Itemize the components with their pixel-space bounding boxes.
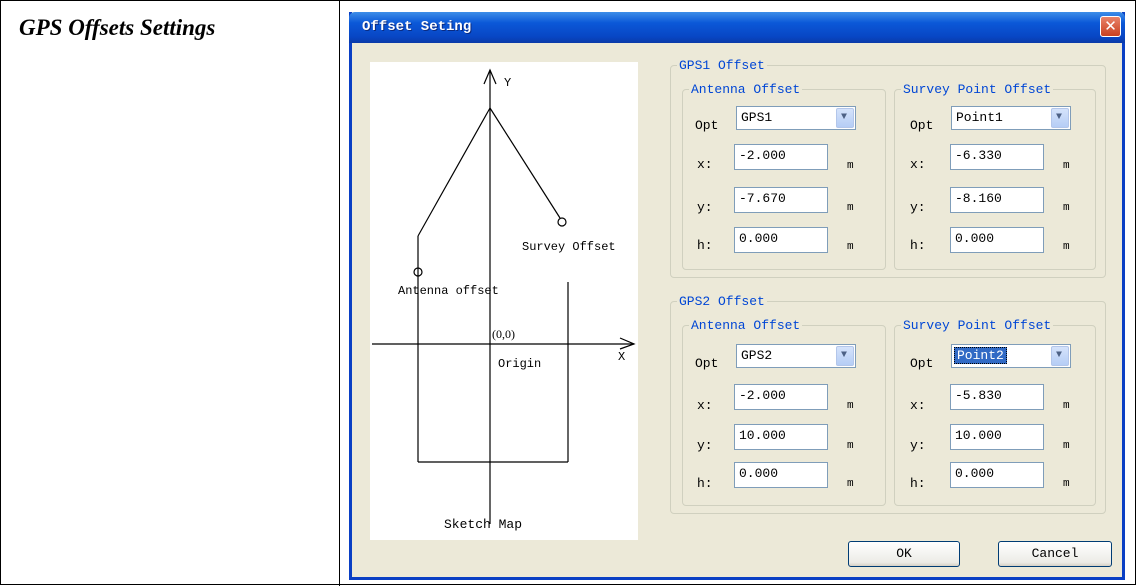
- gps2-antenna-select-value: GPS2: [741, 348, 773, 363]
- dialog-title: Offset Seting: [362, 19, 472, 35]
- sketch-diagram: [372, 68, 636, 524]
- unit-label: m: [847, 241, 854, 253]
- survey-marker: [557, 217, 567, 227]
- close-button[interactable]: ✕: [1100, 16, 1121, 37]
- unit-label: m: [1063, 160, 1070, 172]
- gps2-survey-y-label: y:: [910, 438, 926, 453]
- y-axis-label: Y: [504, 76, 512, 90]
- gps1-survey-legend: Survey Point Offset: [903, 82, 1052, 97]
- gps2-survey-opt-label: Opt: [910, 356, 934, 371]
- gps1-antenna-select-value: GPS1: [741, 110, 773, 125]
- chevron-down-icon[interactable]: ▼: [836, 108, 854, 128]
- gps1-survey-h-input[interactable]: 0.000: [950, 227, 1044, 253]
- gps2-survey-legend: Survey Point Offset: [903, 318, 1052, 333]
- gps1-survey-y-input[interactable]: -8.160: [950, 187, 1044, 213]
- unit-label: m: [847, 440, 854, 452]
- offset-setting-dialog: Offset Seting ✕ Y X (0,0) Origin Antenna…: [349, 12, 1125, 580]
- gps1-offset-legend: GPS1 Offset: [679, 58, 765, 73]
- gps1-antenna-select[interactable]: GPS1 ▼: [736, 106, 856, 130]
- section-label: GPS Offsets Settings: [19, 15, 216, 40]
- unit-label: m: [1063, 241, 1070, 253]
- unit-label: m: [1063, 202, 1070, 214]
- unit-label: m: [847, 202, 854, 214]
- unit-label: m: [1063, 440, 1070, 452]
- table-divider: [339, 1, 340, 586]
- unit-label: m: [1063, 400, 1070, 412]
- gps2-antenna-x-input[interactable]: -2.000: [734, 384, 828, 410]
- gps1-antenna-y-label: y:: [697, 200, 713, 215]
- gps1-survey-select[interactable]: Point1 ▼: [951, 106, 1071, 130]
- origin-coord-label: (0,0): [492, 327, 515, 341]
- x-axis-label: X: [618, 350, 626, 364]
- gps1-survey-h-label: h:: [910, 238, 926, 253]
- gps1-survey-x-input[interactable]: -6.330: [950, 144, 1044, 170]
- gps1-antenna-x-label: x:: [697, 157, 713, 172]
- title-bar[interactable]: Offset Seting ✕: [349, 12, 1125, 43]
- antenna-offset-label: Antenna offset: [398, 284, 499, 298]
- sketch-map: Y X (0,0) Origin Antenna offset Survey O…: [370, 62, 638, 540]
- gps2-survey-x-input[interactable]: -5.830: [950, 384, 1044, 410]
- gps1-antenna-y-input[interactable]: -7.670: [734, 187, 828, 213]
- chevron-down-icon[interactable]: ▼: [1051, 108, 1069, 128]
- gps1-survey-x-label: x:: [910, 157, 926, 172]
- gps2-survey-x-label: x:: [910, 398, 926, 413]
- unit-label: m: [1063, 478, 1070, 490]
- cancel-button[interactable]: Cancel: [998, 541, 1112, 567]
- gps2-survey-select[interactable]: Point2 ▼: [951, 344, 1071, 368]
- gps1-survey-opt-label: Opt: [910, 118, 934, 133]
- survey-offset-label: Survey Offset: [522, 240, 616, 254]
- gps1-antenna-x-input[interactable]: -2.000: [734, 144, 828, 170]
- gps2-antenna-y-label: y:: [697, 438, 713, 453]
- gps2-survey-y-input[interactable]: 10.000: [950, 424, 1044, 450]
- gps1-antenna-h-input[interactable]: 0.000: [734, 227, 828, 253]
- right-arm-line: [489, 107, 561, 219]
- gps1-antenna-legend: Antenna Offset: [691, 82, 801, 97]
- gps2-survey-h-input[interactable]: 0.000: [950, 462, 1044, 488]
- gps1-survey-y-label: y:: [910, 200, 926, 215]
- chevron-down-icon[interactable]: ▼: [1051, 346, 1069, 366]
- left-arm-line: [417, 107, 491, 237]
- gps2-antenna-h-input[interactable]: 0.000: [734, 462, 828, 488]
- chevron-down-icon[interactable]: ▼: [836, 346, 854, 366]
- gps2-antenna-x-label: x:: [697, 398, 713, 413]
- gps1-survey-select-value: Point1: [956, 110, 1003, 125]
- gps2-antenna-y-input[interactable]: 10.000: [734, 424, 828, 450]
- ok-button[interactable]: OK: [848, 541, 960, 567]
- gps2-survey-select-value: Point2: [954, 347, 1007, 364]
- origin-label: Origin: [498, 357, 542, 371]
- unit-label: m: [847, 478, 854, 490]
- gps1-antenna-h-label: h:: [697, 238, 713, 253]
- close-icon: ✕: [1104, 17, 1117, 35]
- unit-label: m: [847, 160, 854, 172]
- gps2-antenna-opt-label: Opt: [695, 356, 719, 371]
- gps2-antenna-h-label: h:: [697, 476, 713, 491]
- sketch-caption: Sketch Map: [444, 517, 523, 532]
- gps1-antenna-opt-label: Opt: [695, 118, 719, 133]
- unit-label: m: [847, 400, 854, 412]
- gps2-offset-legend: GPS2 Offset: [679, 294, 765, 309]
- gps2-antenna-legend: Antenna Offset: [691, 318, 801, 333]
- gps2-antenna-select[interactable]: GPS2 ▼: [736, 344, 856, 368]
- gps2-survey-h-label: h:: [910, 476, 926, 491]
